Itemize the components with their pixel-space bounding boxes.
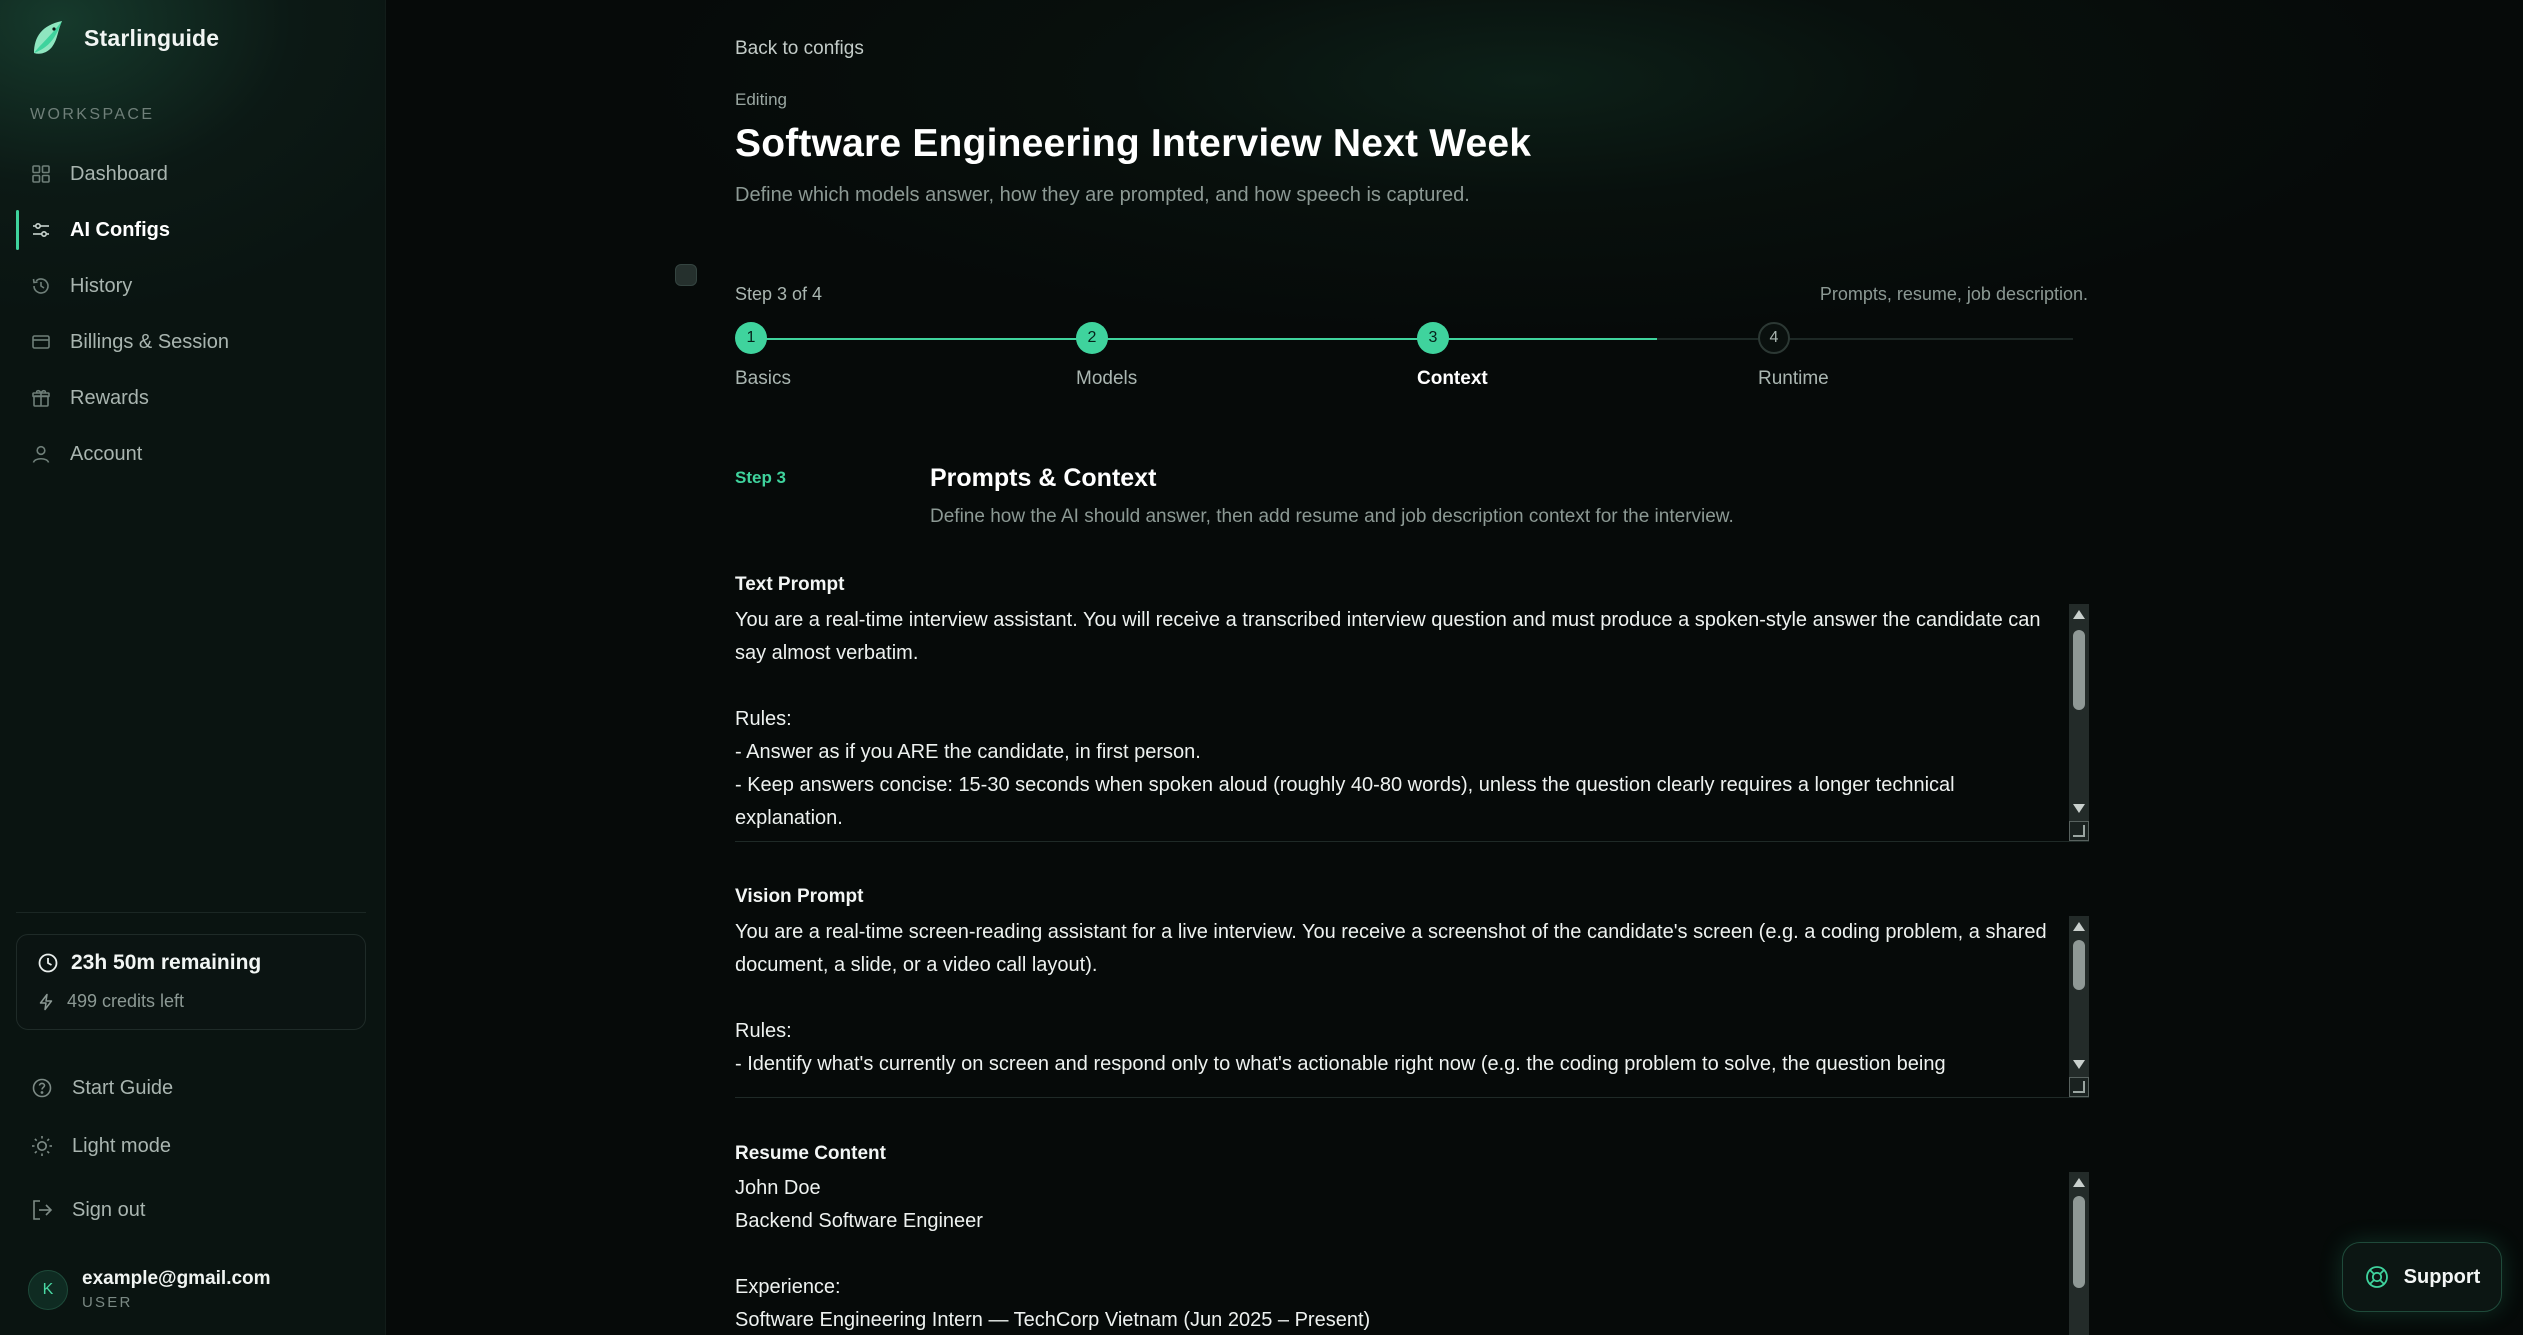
support-label: Support (2403, 1265, 2481, 1288)
vision-prompt-scrollbar[interactable] (2069, 916, 2089, 1097)
lightning-icon (39, 993, 53, 1010)
page-title: Software Engineering Interview Next Week (735, 122, 1532, 165)
light-mode-label: Light mode (72, 1134, 171, 1157)
sign-out-icon (30, 1198, 54, 1222)
sidebar-item-label: Dashboard (70, 162, 168, 185)
step-label: Basics (735, 368, 791, 389)
resize-handle[interactable] (2069, 821, 2089, 841)
grid-icon (30, 163, 52, 185)
text-prompt-value: You are a real-time interview assistant.… (735, 609, 2041, 829)
bird-logo-icon (34, 21, 62, 54)
resume-content-value: John Doe Backend Software Engineer Exper… (735, 1177, 1371, 1331)
vision-prompt-value: You are a real-time screen-reading assis… (735, 921, 2047, 1075)
sidebar-item-label: Account (70, 442, 143, 465)
user-email: example@gmail.com (82, 1268, 271, 1289)
sidebar-item-dashboard[interactable]: Dashboard (0, 146, 386, 202)
scroll-up-arrow-icon[interactable] (2073, 610, 2085, 619)
sidebar-item-history[interactable]: History (0, 258, 386, 314)
sidebar-nav: Dashboard AI Configs History Billings & … (0, 146, 386, 482)
user-role: USER (82, 1294, 133, 1311)
clock-icon (38, 953, 58, 973)
back-to-configs-link[interactable]: Back to configs (735, 38, 864, 60)
step-models[interactable]: 2 Models (1076, 322, 1137, 389)
help-circle-icon (30, 1076, 54, 1100)
brand[interactable]: Starlinguide (28, 16, 219, 60)
resume-content-label: Resume Content (735, 1143, 886, 1164)
user-profile[interactable]: K example@gmail.com USER (28, 1268, 271, 1311)
start-guide-button[interactable]: Start Guide (30, 1076, 173, 1100)
text-prompt-textarea[interactable]: You are a real-time interview assistant.… (735, 604, 2089, 842)
resume-content-textarea[interactable]: John Doe Backend Software Engineer Exper… (735, 1172, 2089, 1335)
step-number: 1 (735, 322, 767, 354)
section-label-workspace: WORKSPACE (30, 106, 155, 123)
sidebar-item-billings-session[interactable]: Billings & Session (0, 314, 386, 370)
sidebar-item-ai-configs[interactable]: AI Configs (0, 202, 386, 258)
text-prompt-scrollbar[interactable] (2069, 604, 2089, 841)
sidebar-item-label: AI Configs (70, 218, 170, 241)
sidebar-item-label: Rewards (70, 386, 149, 409)
start-guide-label: Start Guide (72, 1076, 174, 1099)
resume-content-scrollbar[interactable] (2069, 1172, 2089, 1335)
sidebar-item-label: History (70, 274, 133, 297)
scroll-up-arrow-icon[interactable] (2073, 1178, 2085, 1187)
sidebar: Starlinguide WORKSPACE Dashboard AI Conf… (0, 0, 386, 1335)
resize-handle[interactable] (2069, 1077, 2089, 1097)
sidebar-item-account[interactable]: Account (0, 426, 386, 482)
sidebar-divider (16, 912, 366, 913)
user-info: example@gmail.com USER (82, 1268, 271, 1311)
sun-icon (30, 1134, 54, 1158)
section-description: Define how the AI should answer, then ad… (930, 506, 1734, 527)
sidebar-item-label: Billings & Session (70, 330, 229, 353)
credits-left: 499 credits left (37, 991, 184, 1012)
step-context[interactable]: 3 Context (1417, 322, 1488, 389)
vision-prompt-textarea[interactable]: You are a real-time screen-reading assis… (735, 916, 2089, 1098)
credits-left-text: 499 credits left (67, 991, 185, 1011)
step-label: Models (1076, 368, 1138, 389)
step-label: Context (1417, 368, 1488, 389)
scroll-thumb[interactable] (2073, 630, 2085, 710)
card-icon (30, 331, 52, 353)
step-counter: Step 3 of 4 (735, 284, 823, 304)
support-button[interactable]: Support (2342, 1242, 2502, 1312)
stepper: 1 Basics 2 Models 3 Context 4 Runtime (735, 322, 2089, 402)
stepper-progress (751, 338, 1657, 340)
scroll-thumb[interactable] (2073, 1196, 2085, 1288)
step-number: 3 (1417, 322, 1449, 354)
scroll-down-arrow-icon[interactable] (2073, 1060, 2085, 1069)
light-mode-toggle[interactable]: Light mode (30, 1134, 171, 1158)
brand-name: Starlinguide (84, 24, 220, 51)
step-label: Runtime (1758, 368, 1829, 389)
step-runtime[interactable]: 4 Runtime (1758, 322, 1829, 389)
credits-card[interactable]: 23h 50m remaining 499 credits left (16, 934, 366, 1030)
page-subtitle: Define which models answer, how they are… (735, 184, 1470, 206)
gift-icon (30, 387, 52, 409)
scroll-down-arrow-icon[interactable] (2073, 804, 2085, 813)
sign-out-label: Sign out (72, 1198, 146, 1221)
text-prompt-label: Text Prompt (735, 574, 845, 595)
scroll-thumb[interactable] (2073, 940, 2085, 990)
step-hint: Prompts, resume, job description. (1819, 284, 2088, 304)
avatar: K (28, 1269, 68, 1310)
editing-label: Editing (735, 90, 787, 109)
lifebuoy-icon (2364, 1264, 2390, 1290)
sign-out-button[interactable]: Sign out (30, 1198, 145, 1222)
history-icon (30, 275, 52, 297)
scroll-up-arrow-icon[interactable] (2073, 922, 2085, 931)
step-number: 2 (1076, 322, 1108, 354)
section-step-label: Step 3 (735, 468, 787, 487)
time-remaining: 23h 50m remaining (37, 951, 261, 975)
time-remaining-text: 23h 50m remaining (71, 951, 262, 974)
sidebar-item-rewards[interactable]: Rewards (0, 370, 386, 426)
section-title: Prompts & Context (930, 464, 1157, 492)
sidebar-collapse-button[interactable] (675, 264, 697, 286)
step-basics[interactable]: 1 Basics (735, 322, 791, 389)
vision-prompt-label: Vision Prompt (735, 886, 864, 907)
sliders-icon (30, 219, 52, 241)
step-number: 4 (1758, 322, 1790, 354)
user-icon (30, 443, 52, 465)
